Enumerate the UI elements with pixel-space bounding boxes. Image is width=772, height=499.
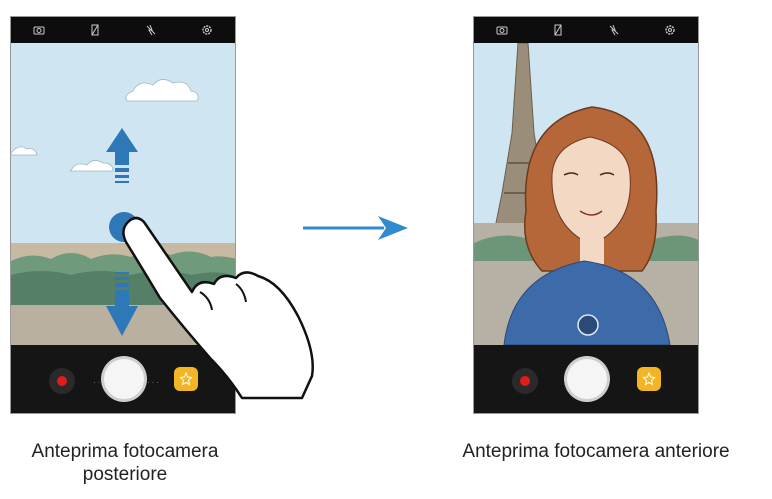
record-icon (520, 376, 530, 386)
swipe-down-arrow-icon (106, 272, 138, 336)
record-button[interactable] (512, 368, 538, 394)
transition-arrow-icon (303, 216, 408, 240)
camera-switch-overlay-icon (577, 314, 599, 336)
beauty-off-icon[interactable] (606, 22, 622, 38)
swipe-up-arrow-icon (106, 128, 138, 183)
effects-icon (642, 372, 656, 386)
front-camera-preview (473, 16, 699, 414)
flash-off-icon[interactable] (550, 22, 566, 38)
caption-rear-line1: Anteprima fotocamera (31, 441, 219, 462)
viewfinder-front[interactable] (474, 43, 698, 345)
effects-button[interactable] (637, 367, 661, 391)
caption-rear-line2: posteriore (82, 464, 168, 485)
caption-front-preview: Anteprima fotocamera anteriore (462, 441, 730, 462)
caption-rear-preview: Anteprima fotocamera posteriore (0, 440, 250, 486)
finger-icon (122, 216, 314, 400)
settings-icon[interactable] (662, 22, 678, 38)
shutter-button[interactable] (567, 359, 607, 399)
camera-switch-icon[interactable] (494, 22, 510, 38)
bottom-controls (474, 345, 698, 413)
top-toolbar (474, 17, 698, 43)
